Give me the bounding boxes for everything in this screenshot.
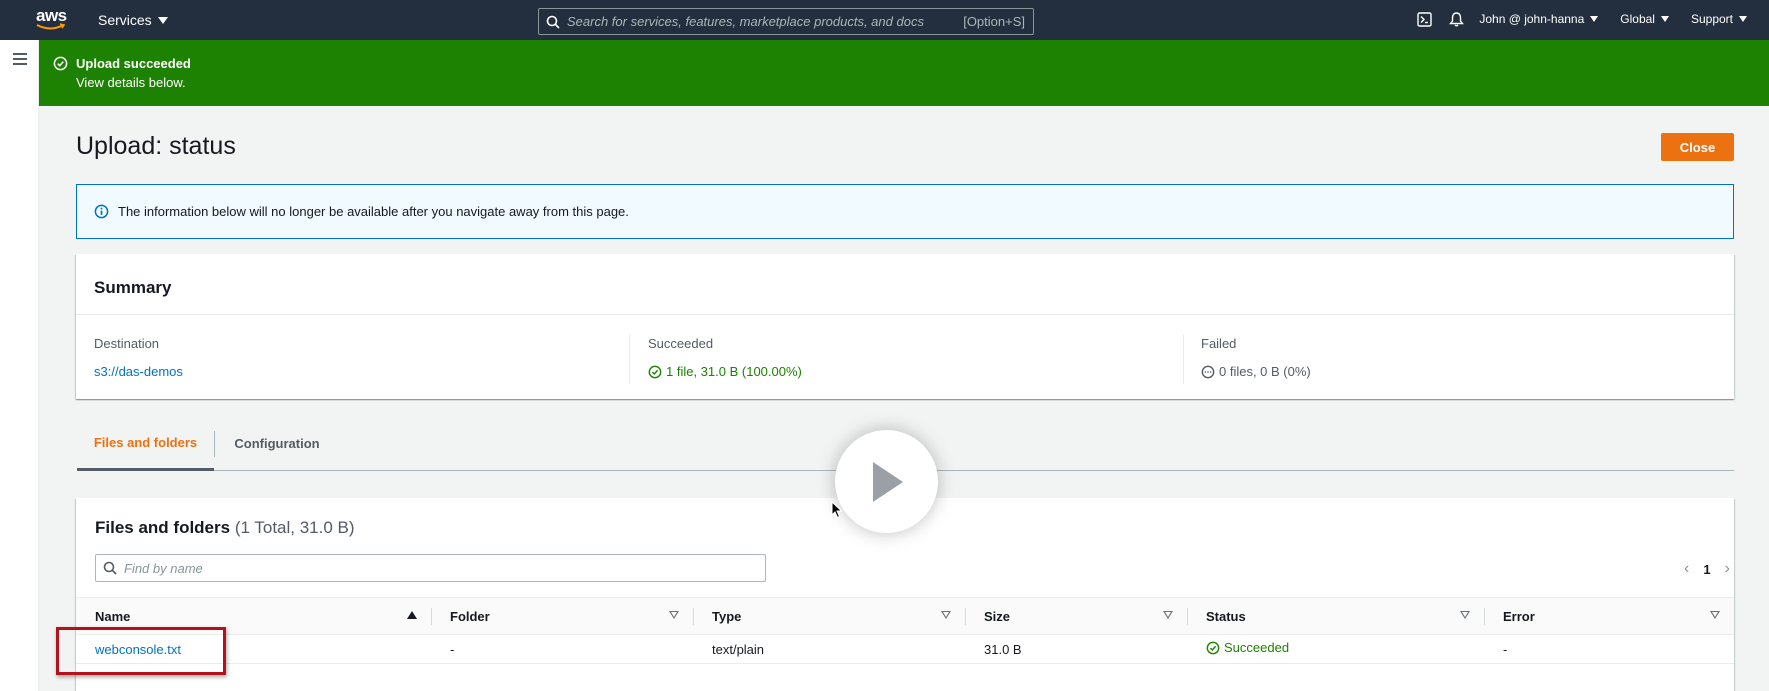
close-button[interactable]: Close [1661, 133, 1734, 161]
destination-link[interactable]: s3://das-demos [94, 364, 183, 379]
column-header-error[interactable]: Error [1484, 597, 1734, 635]
column-header-name[interactable]: Name [76, 597, 431, 635]
cloudshell-icon[interactable] [1415, 10, 1433, 28]
info-icon [94, 204, 109, 219]
success-flashbar: Upload succeeded View details below. [39, 40, 1769, 106]
caret-down-icon [1660, 16, 1669, 22]
column-header-type[interactable]: Type [693, 597, 965, 635]
caret-down-icon [157, 16, 168, 24]
status-text: Succeeded [1224, 640, 1290, 656]
sort-down-icon [1460, 611, 1470, 619]
find-by-name-field[interactable] [95, 554, 766, 582]
status-cell: Succeeded [1187, 634, 1484, 664]
chevron-right-icon[interactable]: › [1725, 560, 1730, 578]
check-circle-icon [648, 365, 662, 379]
caret-down-icon [1739, 16, 1747, 22]
column-separator [629, 334, 630, 384]
column-header-status[interactable]: Status [1187, 597, 1484, 635]
page-title: Upload: status [76, 132, 236, 160]
file-name-link[interactable]: webconsole.txt [95, 642, 181, 657]
error-cell: - [1484, 634, 1734, 664]
destination-label: Destination [94, 336, 160, 351]
page-number[interactable]: 1 [1703, 562, 1710, 577]
flash-title: Upload succeeded [76, 56, 191, 71]
failed-column: Failed 0 files, 0 B (0%) [1201, 336, 1311, 379]
column-header-size[interactable]: Size [965, 597, 1187, 635]
type-cell: text/plain [693, 634, 965, 664]
sort-down-icon [669, 611, 679, 619]
global-search[interactable]: [Option+S] [538, 8, 1034, 35]
files-count: (1 Total, 31.0 B) [234, 518, 355, 537]
hamburger-menu-icon[interactable] [13, 53, 27, 65]
check-circle-icon [1206, 641, 1220, 655]
flash-message: View details below. [76, 75, 186, 90]
search-shortcut: [Option+S] [963, 14, 1025, 29]
files-table: Name Folder Type Size Status Error webco… [76, 597, 1734, 664]
video-play-button[interactable] [835, 430, 938, 533]
sort-down-icon [1163, 611, 1173, 619]
sort-ascending-icon [407, 611, 417, 619]
search-icon [96, 561, 124, 575]
nav-right-group: John @ john-hanna Global Support [1415, 10, 1747, 28]
aws-smile-icon [36, 23, 66, 30]
sort-down-icon [941, 611, 951, 619]
succeeded-value: 1 file, 31.0 B (100.00%) [666, 364, 802, 379]
aws-logo[interactable]: aws [36, 7, 70, 34]
folder-cell: - [431, 634, 693, 664]
services-menu[interactable]: Services [98, 12, 168, 28]
sort-down-icon [1710, 611, 1720, 619]
summary-heading: Summary [94, 278, 172, 297]
destination-column: Destination s3://das-demos [94, 336, 183, 379]
divider [76, 314, 1734, 315]
succeeded-label: Succeeded [648, 336, 714, 351]
caret-down-icon [1590, 16, 1599, 22]
size-cell: 31.0 B [965, 634, 1187, 664]
column-header-folder[interactable]: Folder [431, 597, 693, 635]
mouse-cursor-icon [831, 500, 843, 524]
pagination: ‹ 1 › [1684, 560, 1730, 578]
bell-icon[interactable] [1447, 10, 1465, 28]
summary-panel: Summary Destination s3://das-demos Succe… [76, 254, 1734, 399]
info-alert: The information below will no longer be … [76, 184, 1734, 239]
left-rail [0, 40, 39, 691]
account-menu[interactable]: John @ john-hanna [1479, 12, 1599, 26]
find-by-name-input[interactable] [124, 560, 765, 576]
ellipsis-circle-icon [1201, 365, 1215, 379]
tab-files-and-folders[interactable]: Files and folders [77, 417, 214, 471]
column-separator [1183, 334, 1184, 384]
search-input[interactable] [567, 14, 964, 29]
main-content: Upload: status Close The information bel… [39, 106, 1769, 691]
table-row: webconsole.txt - text/plain 31.0 B Succe… [76, 634, 1734, 664]
succeeded-column: Succeeded 1 file, 31.0 B (100.00%) [648, 336, 802, 379]
table-header-row: Name Folder Type Size Status Error [76, 597, 1734, 635]
region-menu[interactable]: Global [1620, 12, 1669, 26]
search-icon [539, 9, 567, 34]
files-heading: Files and folders (1 Total, 31.0 B) [95, 518, 355, 537]
support-menu[interactable]: Support [1691, 12, 1747, 26]
check-circle-icon [53, 56, 68, 76]
top-navigation: aws Services [Option+S] John @ john-hann… [0, 0, 1769, 40]
info-alert-text: The information below will no longer be … [118, 204, 629, 219]
play-icon [869, 460, 905, 504]
chevron-left-icon[interactable]: ‹ [1684, 560, 1689, 578]
tab-configuration[interactable]: Configuration [214, 417, 340, 470]
failed-label: Failed [1201, 336, 1237, 351]
failed-value: 0 files, 0 B (0%) [1219, 364, 1311, 379]
